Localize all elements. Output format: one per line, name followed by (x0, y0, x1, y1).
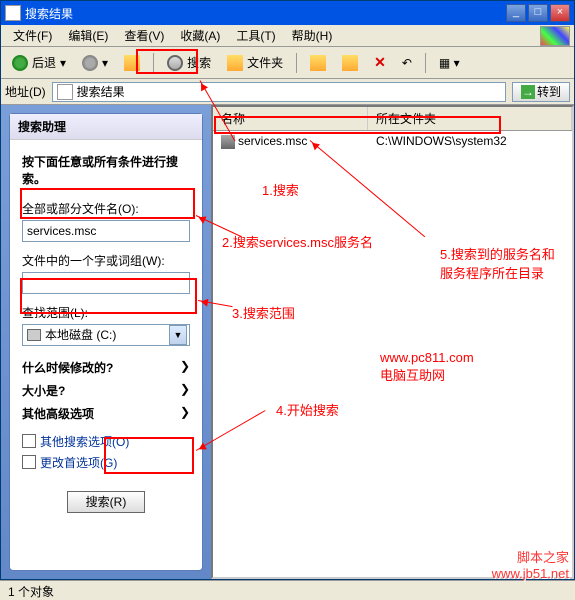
address-input[interactable]: 搜索结果 (52, 82, 506, 102)
panel-title: 搜索助理 (10, 114, 202, 140)
views-button[interactable]: ▦ ▾ (432, 51, 467, 75)
search-sidebar: 搜索助理 按下面任意或所有条件进行搜索。 全部或部分文件名(O): 文件中的一个… (1, 105, 211, 579)
content-label: 文件中的一个字或词组(W): (22, 252, 190, 269)
menu-favorites[interactable]: 收藏(A) (172, 25, 228, 46)
service-file-icon (221, 135, 235, 149)
search-icon (167, 55, 183, 71)
app-icon (5, 5, 21, 21)
menu-edit[interactable]: 编辑(E) (60, 25, 116, 46)
move-to-button[interactable] (303, 51, 333, 75)
up-button[interactable] (117, 51, 147, 75)
back-button[interactable]: 后退 ▾ (5, 51, 73, 75)
menu-help[interactable]: 帮助(H) (284, 25, 341, 46)
address-label: 地址(D) (5, 83, 46, 100)
separator (296, 53, 297, 73)
delete-button[interactable]: ✕ (367, 51, 393, 75)
watermark: 脚本之家 www.jb51.net (492, 547, 569, 581)
change-prefs-link[interactable]: 更改首选项(G) (22, 452, 190, 473)
undo-button[interactable]: ↶ (395, 51, 419, 75)
go-button[interactable]: →转到 (512, 82, 570, 102)
filename-label: 全部或部分文件名(O): (22, 200, 190, 217)
scope-select[interactable]: 本地磁盘 (C:) (22, 324, 190, 346)
back-icon (12, 55, 28, 71)
modified-option[interactable]: 什么时候修改的? (22, 356, 190, 379)
other-options-link[interactable]: 其他搜索选项(O) (22, 431, 190, 452)
titlebar: 搜索结果 _ □ × (1, 1, 574, 25)
menu-tools[interactable]: 工具(T) (228, 25, 283, 46)
disk-icon (27, 329, 41, 341)
folders-button[interactable]: 文件夹 (220, 51, 290, 75)
separator (425, 53, 426, 73)
forward-button[interactable]: ▾ (75, 51, 115, 75)
result-row[interactable]: services.msc C:\WINDOWS\system32 (213, 131, 572, 152)
options-icon (22, 434, 36, 448)
up-folder-icon (124, 55, 140, 71)
app-window: 搜索结果 _ □ × 文件(F) 编辑(E) 查看(V) 收藏(A) 工具(T)… (0, 0, 575, 580)
maximize-button[interactable]: □ (528, 4, 548, 22)
search-instruction: 按下面任意或所有条件进行搜索。 (22, 154, 190, 188)
results-pane: 名称 所在文件夹 services.msc C:\WINDOWS\system3… (211, 105, 574, 579)
size-option[interactable]: 大小是? (22, 379, 190, 402)
copy-to-button[interactable] (335, 51, 365, 75)
separator (153, 53, 154, 73)
col-folder[interactable]: 所在文件夹 (368, 107, 572, 130)
toolbar: 后退 ▾ ▾ 搜索 文件夹 ✕ ↶ ▦ ▾ (1, 47, 574, 79)
go-arrow-icon: → (521, 85, 535, 99)
menu-file[interactable]: 文件(F) (5, 25, 60, 46)
windows-logo-icon (540, 26, 570, 46)
forward-icon (82, 55, 98, 71)
column-headers: 名称 所在文件夹 (213, 107, 572, 131)
menubar: 文件(F) 编辑(E) 查看(V) 收藏(A) 工具(T) 帮助(H) (1, 25, 574, 47)
folder-icon (227, 55, 243, 71)
col-name[interactable]: 名称 (213, 107, 368, 130)
search-panel: 搜索助理 按下面任意或所有条件进行搜索。 全部或部分文件名(O): 文件中的一个… (9, 113, 203, 571)
content-area: 搜索助理 按下面任意或所有条件进行搜索。 全部或部分文件名(O): 文件中的一个… (1, 105, 574, 579)
location-icon (57, 84, 73, 100)
menu-view[interactable]: 查看(V) (116, 25, 172, 46)
search-button[interactable]: 搜索 (160, 51, 218, 75)
copy-icon (342, 55, 358, 71)
delete-x-icon: ✕ (374, 54, 386, 71)
filename-input[interactable] (22, 220, 190, 242)
address-bar: 地址(D) 搜索结果 →转到 (1, 79, 574, 105)
scope-label: 查找范围(L): (22, 304, 190, 321)
status-bar: 1 个对象 (0, 580, 575, 600)
window-title: 搜索结果 (25, 5, 73, 22)
move-icon (310, 55, 326, 71)
minimize-button[interactable]: _ (506, 4, 526, 22)
search-submit-button[interactable]: 搜索(R) (67, 491, 145, 513)
close-button[interactable]: × (550, 4, 570, 22)
advanced-option[interactable]: 其他高级选项 (22, 402, 190, 425)
prefs-icon (22, 455, 36, 469)
content-input[interactable] (22, 272, 190, 294)
